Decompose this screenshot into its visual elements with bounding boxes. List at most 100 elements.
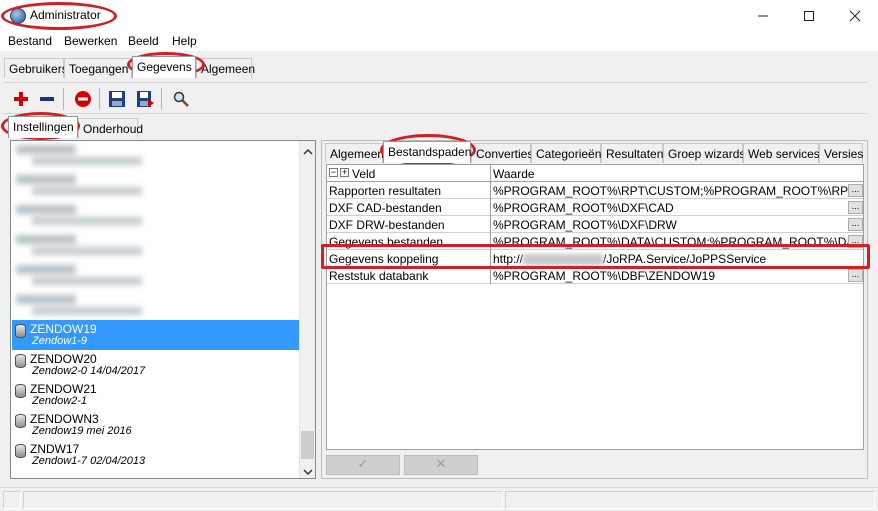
search-button[interactable] — [171, 89, 191, 109]
browse-button[interactable]: ... — [848, 184, 863, 197]
settings-tabs: Algemeen Bestandspaden Converties Catego… — [325, 141, 865, 165]
field-value[interactable]: %PROGRAM_ROOT%\DXF\CAD — [493, 201, 849, 215]
title-bar: Administrator — [0, 0, 878, 32]
database-description: Zendow1-7 02/04/2013 — [32, 455, 146, 467]
file-paths-grid: − + Veld Waarde Rapporten resultaten %PR… — [326, 164, 864, 450]
table-row[interactable]: Rapporten resultaten %PROGRAM_ROOT%\RPT\… — [327, 182, 863, 199]
save-icon — [109, 91, 125, 107]
field-value[interactable]: %PROGRAM_ROOT%\DBF\ZENDOW19 — [493, 269, 849, 283]
list-item-blurred — [12, 291, 300, 321]
field-value[interactable]: http:// /JoRPA.Service/JoPPSService — [493, 252, 849, 266]
collapse-all-icon[interactable]: − — [329, 168, 338, 177]
url-suffix: /JoRPA.Service/JoPPSService — [603, 252, 767, 266]
menu-bar: Bestand Bewerken Beeld Help — [0, 32, 878, 51]
status-bar — [0, 487, 878, 511]
field-value[interactable]: %PROGRAM_ROOT%\RPT\CUSTOM;%PROGRAM_ROOT%… — [493, 184, 849, 198]
minimize-button[interactable] — [740, 0, 786, 32]
database-name: ZENDOW21 — [30, 382, 97, 396]
table-row[interactable]: DXF DRW-bestanden %PROGRAM_ROOT%\DXF\DRW… — [327, 216, 863, 233]
remove-button[interactable] — [37, 89, 57, 109]
tab-resultaten[interactable]: Resultaten — [601, 143, 663, 163]
tab-gebruikers[interactable]: Gebruikers — [4, 58, 68, 78]
scroll-up-icon[interactable] — [303, 145, 313, 159]
tab-groep-wizards[interactable]: Groep wizards — [663, 143, 745, 163]
table-row[interactable]: Reststuk databank %PROGRAM_ROOT%\DBF\ZEN… — [327, 267, 863, 284]
field-name: Gegevens bestanden — [329, 235, 444, 249]
maximize-button[interactable] — [786, 0, 832, 32]
top-tabs: Gebruikers Toegangen Gegevens Algemeen — [4, 56, 864, 80]
grid-header: − + Veld Waarde — [327, 165, 863, 182]
table-row[interactable]: Gegevens koppeling http:// /JoRPA.Service… — [327, 250, 863, 267]
database-name: ZENDOWN3 — [30, 412, 99, 426]
tab-bestandspaden[interactable]: Bestandspaden — [383, 141, 471, 163]
field-value[interactable]: %PROGRAM_ROOT%\DATA\CUSTOM;%PROGRAM_ROOT… — [493, 235, 849, 249]
status-cell — [23, 491, 503, 509]
list-item-blurred — [12, 261, 300, 291]
database-list: ZENDOW19 Zendow1-9 ZENDOW20 Zendow2-0 14… — [10, 140, 316, 479]
database-icon — [15, 384, 26, 398]
tab-instellingen[interactable]: Instellingen — [8, 116, 78, 138]
menu-help[interactable]: Help — [172, 34, 197, 48]
list-item-database[interactable]: ZNDW17 Zendow1-7 02/04/2013 — [12, 440, 300, 470]
browse-button[interactable]: ... — [848, 201, 863, 214]
list-item-blurred — [12, 231, 300, 261]
tab-algemeen[interactable]: Algemeen — [196, 58, 255, 78]
browse-button[interactable]: ... — [848, 269, 863, 282]
database-description: Zendow19 mei 2016 — [32, 425, 132, 437]
tab-gegevens[interactable]: Gegevens — [132, 56, 196, 78]
status-cell — [505, 491, 875, 509]
stop-button[interactable] — [73, 89, 93, 109]
ok-button[interactable]: ✓ — [326, 455, 400, 475]
close-icon — [849, 10, 861, 22]
menu-bestand[interactable]: Bestand — [8, 34, 52, 48]
list-item-database[interactable]: ZENDOW21 Zendow2-1 — [12, 380, 300, 410]
expand-all-icon[interactable]: + — [340, 168, 349, 177]
list-item-database[interactable]: ZENDOW19 Zendow1-9 — [12, 320, 300, 350]
tab-toegangen[interactable]: Toegangen — [64, 58, 132, 78]
scroll-thumb[interactable] — [301, 431, 314, 459]
menu-beeld[interactable]: Beeld — [128, 34, 159, 48]
maximize-icon — [804, 11, 814, 21]
list-item-blurred — [12, 141, 300, 171]
tab-onderhoud[interactable]: Onderhoud — [78, 118, 143, 138]
scroll-down-icon[interactable] — [303, 465, 313, 479]
database-icon — [15, 324, 26, 338]
database-name: ZNDW17 — [30, 442, 80, 456]
menu-bewerken[interactable]: Bewerken — [64, 34, 117, 48]
database-description: Zendow2-1 — [32, 395, 88, 407]
tab-converties[interactable]: Converties — [471, 143, 533, 163]
close-button[interactable] — [832, 0, 878, 32]
app-icon — [10, 8, 26, 24]
tab-web-services[interactable]: Web services — [743, 143, 820, 163]
save-button[interactable] — [107, 89, 127, 109]
table-row[interactable]: DXF CAD-bestanden %PROGRAM_ROOT%\DXF\CAD… — [327, 199, 863, 216]
field-name: Gegevens koppeling — [329, 252, 439, 266]
list-item-database[interactable]: ZENDOWN3 Zendow19 mei 2016 — [12, 410, 300, 440]
field-name: DXF DRW-bestanden — [329, 218, 445, 232]
toolbar-separator — [161, 88, 162, 110]
database-icon — [15, 354, 26, 368]
field-value[interactable]: %PROGRAM_ROOT%\DXF\DRW — [493, 218, 849, 232]
column-header-waarde[interactable]: Waarde — [493, 167, 535, 181]
tab-versies[interactable]: Versies — [819, 143, 863, 163]
save-as-button[interactable] — [135, 89, 155, 109]
cancel-button[interactable]: ✕ — [404, 455, 478, 475]
add-button[interactable] — [11, 89, 31, 109]
table-row[interactable]: Gegevens bestanden %PROGRAM_ROOT%\DATA\C… — [327, 233, 863, 250]
database-icon — [15, 414, 26, 428]
toolbar-separator — [63, 88, 64, 110]
column-header-veld[interactable]: Veld — [352, 167, 375, 181]
redacted-host — [523, 254, 604, 266]
tab-categorieen[interactable]: Categorieën — [531, 143, 601, 163]
sub-tabs: Instellingen Onderhoud — [4, 116, 864, 140]
browse-button[interactable]: ... — [848, 218, 863, 231]
browse-button[interactable]: ... — [848, 235, 863, 248]
database-description: Zendow2-0 14/04/2017 — [32, 365, 146, 377]
column-divider — [490, 165, 491, 182]
field-name: Rapporten resultaten — [329, 184, 442, 198]
list-item-database[interactable]: ZENDOW20 Zendow2-0 14/04/2017 — [12, 350, 300, 380]
tab-settings-algemeen[interactable]: Algemeen — [325, 143, 384, 163]
list-scrollbar[interactable] — [299, 141, 315, 478]
status-cell — [3, 491, 21, 509]
minimize-icon — [758, 15, 768, 17]
